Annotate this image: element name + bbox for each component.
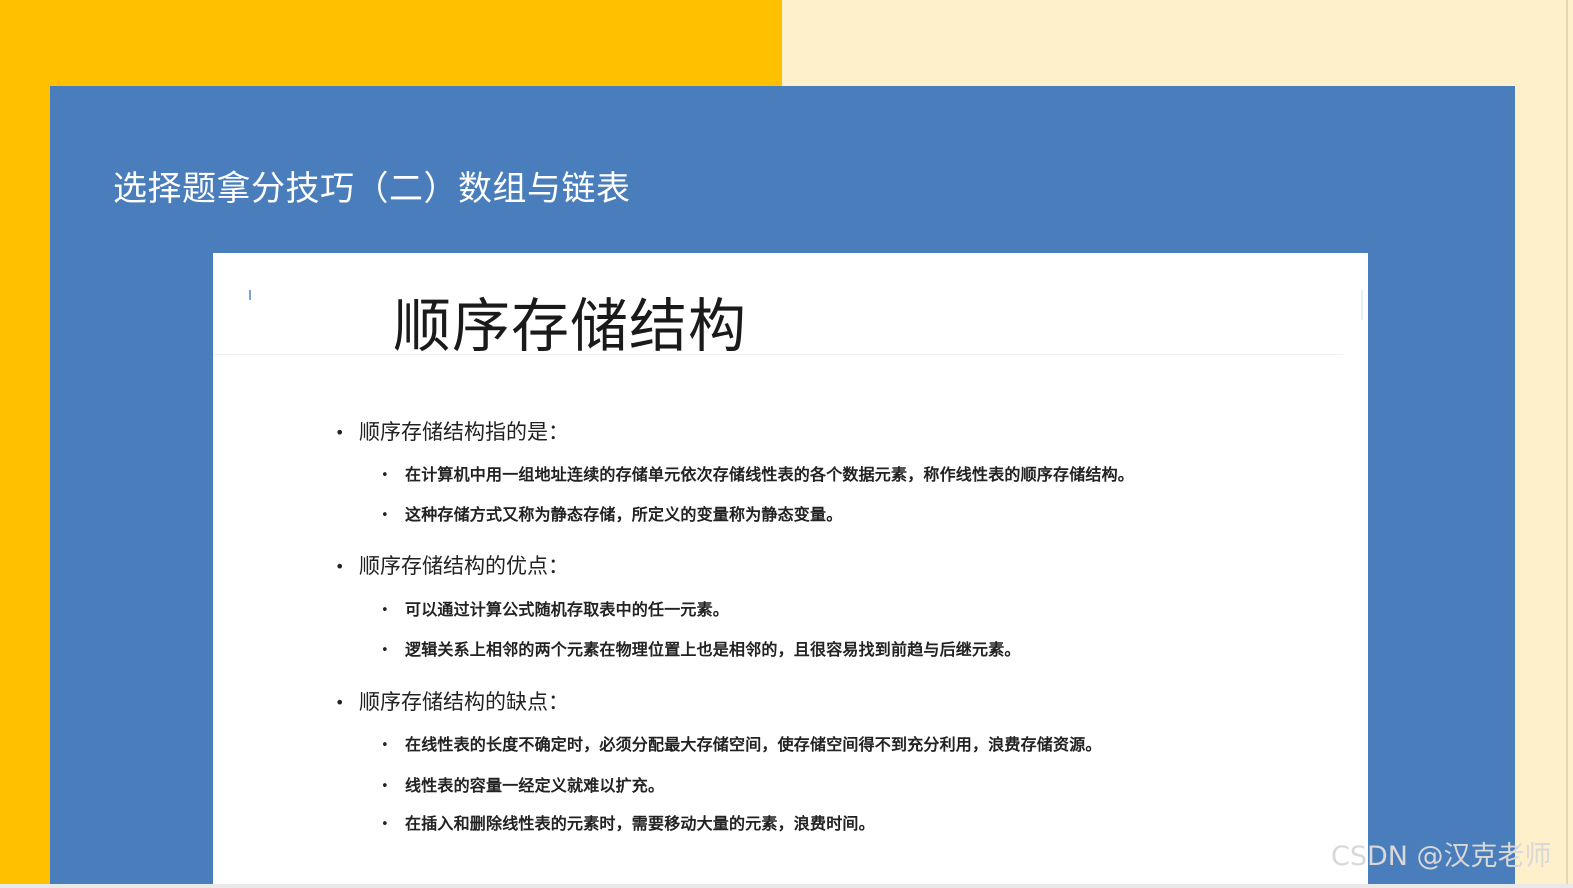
list-item: • 逻辑关系上相邻的两个元素在物理位置上也是相邻的，且很容易找到前趋与后继元素。 [381, 638, 1021, 663]
bullet-dot-icon: • [381, 817, 389, 832]
list-item: • 线性表的容量一经定义就难以扩充。 [381, 774, 664, 799]
list-item: • 可以通过计算公式随机存取表中的任一元素。 [381, 598, 729, 623]
bullet-dot-icon: • [381, 738, 389, 753]
watermark: CSDN @汉克老师 [1331, 841, 1552, 872]
bullet-dot-icon: • [381, 468, 389, 483]
section-label: 顺序存储结构的优点： [359, 554, 569, 578]
list-item: • 在插入和删除线性表的元素时，需要移动大量的元素，浪费时间。 [381, 812, 875, 837]
list-item: • 在线性表的长度不确定时，必须分配最大存储空间，使存储空间得不到充分利用，浪费存… [381, 733, 1102, 758]
list-item-text: 线性表的容量一经定义就难以扩充。 [405, 776, 665, 795]
bullet-dot-icon: • [381, 779, 389, 794]
bullet-list: • 顺序存储结构指的是： • 在计算机中用一组地址连续的存储单元依次存储线性表的各个… [213, 253, 1368, 888]
section-label: 顺序存储结构指的是： [359, 420, 569, 444]
section-heading: • 顺序存储结构指的是： [335, 417, 569, 448]
bullet-dot-icon: • [335, 693, 345, 712]
bullet-dot-icon: • [381, 643, 389, 658]
bottom-border [0, 884, 1573, 888]
bullet-dot-icon: • [381, 508, 389, 523]
list-item: • 在计算机中用一组地址连续的存储单元依次存储线性表的各个数据元素，称作线性表的顺… [381, 463, 1134, 488]
section-heading: • 顺序存储结构的优点： [335, 551, 569, 582]
bullet-dot-icon: • [335, 423, 345, 442]
list-item-text: 在插入和删除线性表的元素时，需要移动大量的元素，浪费时间。 [405, 814, 875, 833]
section-label: 顺序存储结构的缺点： [359, 690, 569, 714]
list-item: • 这种存储方式又称为静态存储，所定义的变量称为静态变量。 [381, 503, 842, 528]
right-edge-line [1566, 0, 1568, 888]
content-card: 顺序存储结构 • 顺序存储结构指的是： • 在计算机中用一组地址连续的存储单元依次存… [213, 253, 1368, 888]
list-item-text: 这种存储方式又称为静态存储，所定义的变量称为静态变量。 [405, 505, 843, 524]
list-item-text: 在线性表的长度不确定时，必须分配最大存储空间，使存储空间得不到充分利用，浪费存储… [405, 735, 1102, 754]
section-heading: • 顺序存储结构的缺点： [335, 687, 569, 718]
list-item-text: 逻辑关系上相邻的两个元素在物理位置上也是相邻的，且很容易找到前趋与后继元素。 [405, 640, 1021, 659]
slide-title: 选择题拿分技巧（二）数组与链表 [113, 169, 631, 209]
bullet-dot-icon: • [381, 603, 389, 618]
list-item-text: 在计算机中用一组地址连续的存储单元依次存储线性表的各个数据元素，称作线性表的顺序… [405, 465, 1135, 484]
list-item-text: 可以通过计算公式随机存取表中的任一元素。 [405, 600, 730, 619]
bullet-dot-icon: • [335, 557, 345, 576]
